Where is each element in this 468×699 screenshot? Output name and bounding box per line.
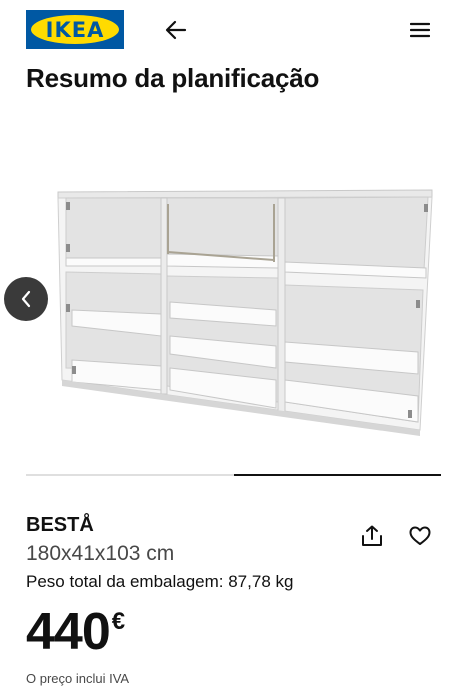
vat-note: O preço inclui IVA: [26, 671, 130, 686]
back-button[interactable]: [162, 16, 190, 44]
product-weight: Peso total da embalagem: 87,78 kg: [26, 572, 294, 591]
gallery-prev-button[interactable]: [4, 277, 48, 321]
menu-button[interactable]: [406, 16, 434, 44]
product-gallery[interactable]: [0, 140, 468, 460]
price-currency: €: [111, 608, 126, 635]
product-name: BESTÅ: [26, 514, 94, 536]
hamburger-menu-icon: [410, 22, 430, 38]
chevron-left-icon: [21, 290, 31, 308]
logo-text: IKEA: [45, 17, 105, 42]
share-icon: [362, 525, 382, 546]
favorite-button[interactable]: [406, 522, 434, 550]
price-amount: 440: [26, 603, 111, 661]
product-price: 440 €: [26, 598, 125, 666]
arrow-left-icon: [165, 20, 187, 40]
gallery-progress-track: [26, 474, 441, 476]
product-dimensions: 180x41x103 cm: [26, 542, 175, 565]
page-title: Resumo da planificação: [26, 63, 320, 93]
share-button[interactable]: [358, 522, 386, 550]
logo-oval: IKEA: [31, 15, 119, 44]
product-image: [57, 189, 433, 436]
ikea-logo[interactable]: IKEA: [26, 10, 124, 49]
heart-icon: [409, 526, 431, 545]
gallery-progress-fill: [233, 474, 441, 476]
app-header: IKEA: [0, 0, 468, 60]
